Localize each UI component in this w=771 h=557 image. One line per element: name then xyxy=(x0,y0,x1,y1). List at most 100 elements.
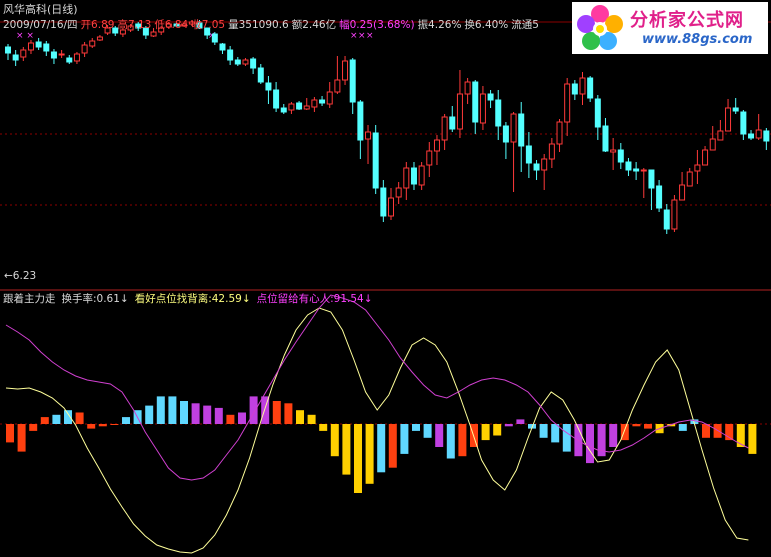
oscillator-bar xyxy=(400,424,409,454)
candle-body xyxy=(403,167,410,189)
candle-body xyxy=(533,163,540,171)
candle-body xyxy=(265,82,272,91)
indicator-value: 点位留给有心人:91.54↓ xyxy=(256,293,373,305)
candle-body xyxy=(510,113,517,143)
stock-title: 风华高科(日线) xyxy=(3,3,78,16)
quote-field: 收7.05 xyxy=(191,19,226,31)
oscillator-bar xyxy=(122,417,130,424)
candle-body xyxy=(288,103,295,111)
oscillator-bar xyxy=(110,424,119,425)
logo-url[interactable]: www.88gs.com xyxy=(642,32,752,47)
oscillator-bar xyxy=(6,424,14,443)
candle-body xyxy=(219,43,226,51)
oscillator-bar xyxy=(551,424,560,443)
candle-body xyxy=(296,102,303,110)
oscillator-bar xyxy=(458,424,467,457)
oscillator-bar xyxy=(307,414,316,424)
oscillator-bar xyxy=(609,424,618,447)
low-price-marker: ←6.23 xyxy=(4,270,37,282)
oscillator-bar xyxy=(296,410,304,424)
oscillator-bar xyxy=(330,424,339,457)
candle-body xyxy=(449,116,456,130)
oscillator-bar xyxy=(145,405,154,424)
signal-marker: × xyxy=(350,31,358,41)
candle-body xyxy=(656,185,663,209)
candle-body xyxy=(740,111,747,135)
candle-body xyxy=(43,43,50,52)
candle-body xyxy=(234,59,241,65)
candle-body xyxy=(725,107,732,132)
oscillator-bar xyxy=(562,424,571,452)
candle-body xyxy=(441,116,448,141)
candle-body xyxy=(602,125,609,152)
candle-body xyxy=(663,209,670,230)
candle-body xyxy=(671,199,678,230)
oscillator-bar xyxy=(342,424,351,475)
flower-logo-icon xyxy=(577,5,623,50)
oscillator-bar xyxy=(75,412,84,424)
oscillator-bar xyxy=(516,419,525,424)
candle-body xyxy=(571,83,578,95)
oscillator-bar xyxy=(180,401,188,424)
candle-body xyxy=(610,149,617,153)
candle-body xyxy=(479,93,486,124)
candle-body xyxy=(12,54,19,61)
candle-body xyxy=(579,77,586,95)
quote-field: 开6.89 xyxy=(80,19,115,31)
quote-field: 换6.40% xyxy=(464,19,509,31)
candle-body xyxy=(380,187,387,217)
oscillator-bar xyxy=(319,424,328,431)
oscillator-bar xyxy=(365,424,374,484)
oscillator-bar xyxy=(504,424,513,427)
candle-body xyxy=(227,49,234,61)
candle-body xyxy=(357,101,364,141)
oscillator-bar xyxy=(249,396,258,424)
candle-body xyxy=(388,197,394,217)
site-logo[interactable]: 分析家公式网 www.88gs.com xyxy=(572,2,768,54)
candle-body xyxy=(426,150,433,166)
quote-field: 量351090.6 xyxy=(228,19,289,31)
candle-body xyxy=(694,164,701,172)
oscillator-bar xyxy=(17,424,26,452)
candle-body xyxy=(518,113,525,147)
oscillator-bar xyxy=(203,405,212,424)
quote-field: 低6.84 xyxy=(154,19,189,31)
oscillator-bar xyxy=(446,424,455,459)
candle-body xyxy=(365,131,372,140)
candle-body xyxy=(709,138,716,151)
candle-body xyxy=(755,129,762,139)
candle-body xyxy=(20,49,27,58)
oscillator-bar xyxy=(354,424,362,493)
candle-body xyxy=(625,161,632,171)
candle-body xyxy=(495,99,502,127)
candle-body xyxy=(686,171,693,187)
candle-body xyxy=(464,81,471,95)
oscillator-bar xyxy=(481,424,490,441)
candle-body xyxy=(342,60,349,81)
quote-field: 振4.26% xyxy=(417,19,462,31)
candle-body xyxy=(326,91,333,105)
oscillator-bar xyxy=(87,424,96,429)
candle-body xyxy=(525,145,532,164)
candle-body xyxy=(150,31,157,37)
candle-body xyxy=(27,42,34,51)
candle-body xyxy=(548,143,555,160)
candle-body xyxy=(242,59,249,65)
candle-body xyxy=(250,58,257,69)
candle-body xyxy=(541,158,548,171)
candle-body xyxy=(433,139,440,152)
indicator-legend: 跟着主力走 换手率:0.61↓ 看好点位找背离:42.59↓ 点位留给有心人:91.5… xyxy=(3,292,379,306)
candle-body xyxy=(487,93,494,101)
quote-info-bar: 2009/07/16/四 开6.89 高7.13 低6.84 收7.05 量351090.… xyxy=(3,18,542,32)
candle-body xyxy=(679,184,686,201)
candle-body xyxy=(395,187,402,198)
kline-chart[interactable]: × × × × × × xyxy=(0,0,771,557)
candle-body xyxy=(319,99,326,104)
candle-body xyxy=(58,53,65,56)
candle-body xyxy=(456,93,463,130)
candle-body xyxy=(303,105,310,110)
quote-field: 高7.13 xyxy=(117,19,152,31)
oscillator-bar xyxy=(238,412,246,424)
candle-body xyxy=(273,89,280,109)
oscillator-bar xyxy=(191,403,200,424)
